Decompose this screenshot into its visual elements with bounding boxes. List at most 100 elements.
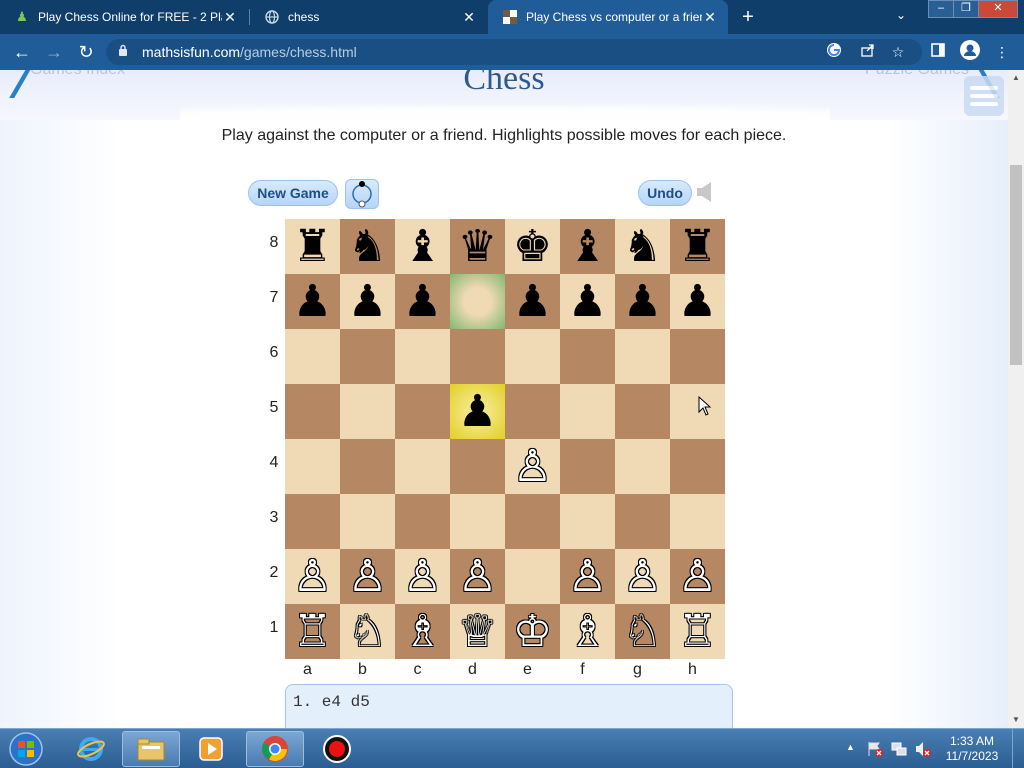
close-tab-icon[interactable]: ✕ <box>461 9 477 26</box>
square-e8[interactable]: ♚ <box>505 219 560 274</box>
system-clock[interactable]: 1:33 AM 11/7/2023 <box>940 734 1004 764</box>
internet-explorer-icon[interactable] <box>62 731 120 767</box>
square-h3[interactable] <box>670 494 725 549</box>
square-g6[interactable] <box>615 329 670 384</box>
chess-piece-c1[interactable]: ♗ <box>403 609 442 654</box>
square-a8[interactable]: ♜ <box>285 219 340 274</box>
square-f1[interactable]: ♗ <box>560 604 615 659</box>
chess-piece-e8[interactable]: ♚ <box>513 224 552 269</box>
square-d2[interactable]: ♙ <box>450 549 505 604</box>
chess-board[interactable]: ♜ ♞ ♝ ♛ ♚ ♝ ♞ ♜ ♟ ♟ ♟ ♟ ♟ ♟ ♟ ♟ ♙ ♙ ♙ ♙ ♙ ♙ ♙ ♙ ♖ ♘ ♗ ♕ ♔ ♗ ♘ ♖ <box>285 219 725 659</box>
tab-list-button[interactable]: ⌄ <box>896 8 906 22</box>
chess-piece-g1[interactable]: ♘ <box>623 609 662 654</box>
chess-piece-f2[interactable]: ♙ <box>568 554 607 599</box>
square-b5[interactable] <box>340 384 395 439</box>
chess-piece-d2[interactable]: ♙ <box>458 554 497 599</box>
square-b2[interactable]: ♙ <box>340 549 395 604</box>
square-f2[interactable]: ♙ <box>560 549 615 604</box>
square-h2[interactable]: ♙ <box>670 549 725 604</box>
site-menu-button[interactable] <box>964 76 1004 116</box>
square-f6[interactable] <box>560 329 615 384</box>
tab-chess-online[interactable]: ♟ Play Chess Online for FREE - 2 Pla ✕ <box>0 0 248 34</box>
square-b1[interactable]: ♘ <box>340 604 395 659</box>
tray-overflow-arrow[interactable]: ▲ <box>846 742 855 752</box>
square-c3[interactable] <box>395 494 450 549</box>
square-g8[interactable]: ♞ <box>615 219 670 274</box>
action-center-flag-icon[interactable] <box>866 740 884 758</box>
square-g7[interactable]: ♟ <box>615 274 670 329</box>
puzzle-games-link[interactable]: Puzzle Games <box>865 70 969 79</box>
square-f4[interactable] <box>560 439 615 494</box>
google-lens-icon[interactable] <box>824 42 844 62</box>
start-button[interactable] <box>4 731 48 767</box>
chess-piece-c2[interactable]: ♙ <box>403 554 442 599</box>
square-d4[interactable] <box>450 439 505 494</box>
chess-piece-h7[interactable]: ♟ <box>678 279 717 324</box>
scroll-thumb[interactable] <box>1010 165 1022 365</box>
volume-muted-icon[interactable] <box>914 740 932 758</box>
square-e7[interactable]: ♟ <box>505 274 560 329</box>
chess-piece-b1[interactable]: ♘ <box>348 609 387 654</box>
chess-piece-h1[interactable]: ♖ <box>678 609 717 654</box>
chess-piece-a1[interactable]: ♖ <box>293 609 332 654</box>
tab-chess[interactable]: chess ✕ <box>250 0 487 34</box>
square-g1[interactable]: ♘ <box>615 604 670 659</box>
square-g2[interactable]: ♙ <box>615 549 670 604</box>
browser-menu-icon[interactable]: ⋮ <box>990 40 1014 64</box>
square-c2[interactable]: ♙ <box>395 549 450 604</box>
chess-piece-h8[interactable]: ♜ <box>678 224 717 269</box>
square-f7[interactable]: ♟ <box>560 274 615 329</box>
close-tab-icon[interactable]: ✕ <box>222 9 238 26</box>
chess-piece-e1[interactable]: ♔ <box>513 609 552 654</box>
profile-avatar-icon[interactable] <box>958 40 982 64</box>
chess-piece-d8[interactable]: ♛ <box>458 224 497 269</box>
square-a7[interactable]: ♟ <box>285 274 340 329</box>
chess-piece-f7[interactable]: ♟ <box>568 279 607 324</box>
new-tab-button[interactable]: + <box>737 6 759 28</box>
file-explorer-icon[interactable] <box>122 731 180 767</box>
square-e2[interactable] <box>505 549 560 604</box>
square-d1[interactable]: ♕ <box>450 604 505 659</box>
network-icon[interactable] <box>890 740 908 758</box>
chess-piece-b8[interactable]: ♞ <box>348 224 387 269</box>
square-d8[interactable]: ♛ <box>450 219 505 274</box>
bookmark-star-icon[interactable]: ☆ <box>888 42 908 62</box>
square-c1[interactable]: ♗ <box>395 604 450 659</box>
square-b3[interactable] <box>340 494 395 549</box>
new-game-button[interactable]: New Game <box>248 180 338 206</box>
square-h7[interactable]: ♟ <box>670 274 725 329</box>
square-d3[interactable] <box>450 494 505 549</box>
address-bar[interactable]: mathsisfun.com/games/chess.html ☆ <box>106 39 922 65</box>
square-d6[interactable] <box>450 329 505 384</box>
square-f3[interactable] <box>560 494 615 549</box>
tab-chess-vs-computer[interactable]: Play Chess vs computer or a frien ✕ <box>488 0 728 34</box>
scroll-down-arrow[interactable]: ▼ <box>1008 712 1024 728</box>
square-d7[interactable] <box>450 274 505 329</box>
square-f8[interactable]: ♝ <box>560 219 615 274</box>
square-a5[interactable] <box>285 384 340 439</box>
square-e5[interactable] <box>505 384 560 439</box>
reload-button[interactable]: ↻ <box>74 40 98 64</box>
square-b8[interactable]: ♞ <box>340 219 395 274</box>
chess-piece-b2[interactable]: ♙ <box>348 554 387 599</box>
square-e6[interactable] <box>505 329 560 384</box>
square-c6[interactable] <box>395 329 450 384</box>
undo-button[interactable]: Undo <box>638 180 692 206</box>
square-c5[interactable] <box>395 384 450 439</box>
forward-button[interactable]: → <box>42 40 66 64</box>
square-a4[interactable] <box>285 439 340 494</box>
show-desktop-button[interactable] <box>1012 729 1024 768</box>
restore-button[interactable]: ❐ <box>953 0 979 18</box>
speaker-mute-icon[interactable] <box>695 181 715 203</box>
square-b6[interactable] <box>340 329 395 384</box>
chess-piece-g2[interactable]: ♙ <box>623 554 662 599</box>
screen-recorder-icon[interactable] <box>308 731 366 767</box>
back-button[interactable]: ← <box>10 40 34 64</box>
chess-piece-d5[interactable]: ♟ <box>458 389 497 434</box>
square-g5[interactable] <box>615 384 670 439</box>
chrome-icon[interactable] <box>246 731 304 767</box>
chess-piece-c7[interactable]: ♟ <box>403 279 442 324</box>
square-b7[interactable]: ♟ <box>340 274 395 329</box>
square-c7[interactable]: ♟ <box>395 274 450 329</box>
square-g4[interactable] <box>615 439 670 494</box>
